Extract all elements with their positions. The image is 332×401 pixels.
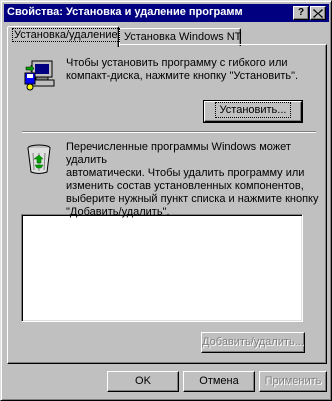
close-button[interactable]	[310, 6, 326, 20]
recycle-bin-icon	[27, 144, 51, 174]
window-title: Свойства: Установка и удаление программ	[7, 6, 243, 18]
cancel-button[interactable]: Отмена	[183, 371, 255, 392]
tab-panel: Чтобы установить программу с гибкого или…	[7, 44, 327, 364]
help-button[interactable]: ?	[293, 6, 309, 20]
install-button-label: Установить...	[214, 102, 292, 118]
install-button[interactable]: Установить...	[203, 100, 303, 123]
install-instructions: Чтобы установить программу с гибкого или…	[66, 57, 299, 82]
properties-window: Свойства: Установка и удаление программ …	[0, 0, 332, 401]
title-bar[interactable]: Свойства: Установка и удаление программ …	[4, 4, 329, 22]
section-divider	[22, 131, 316, 133]
remove-instructions: Перечисленные программы Windows может уд…	[66, 141, 319, 218]
close-icon	[313, 9, 323, 18]
ok-button[interactable]: OK	[107, 371, 179, 392]
apply-button[interactable]: Применить	[259, 371, 327, 392]
computer-disk-icon	[24, 60, 55, 91]
tab-windows-setup-label: Установка Windows NT	[124, 31, 242, 43]
tab-install-remove[interactable]: Установка/удаление	[7, 26, 120, 47]
tab-install-remove-label: Установка/удаление	[12, 28, 120, 42]
